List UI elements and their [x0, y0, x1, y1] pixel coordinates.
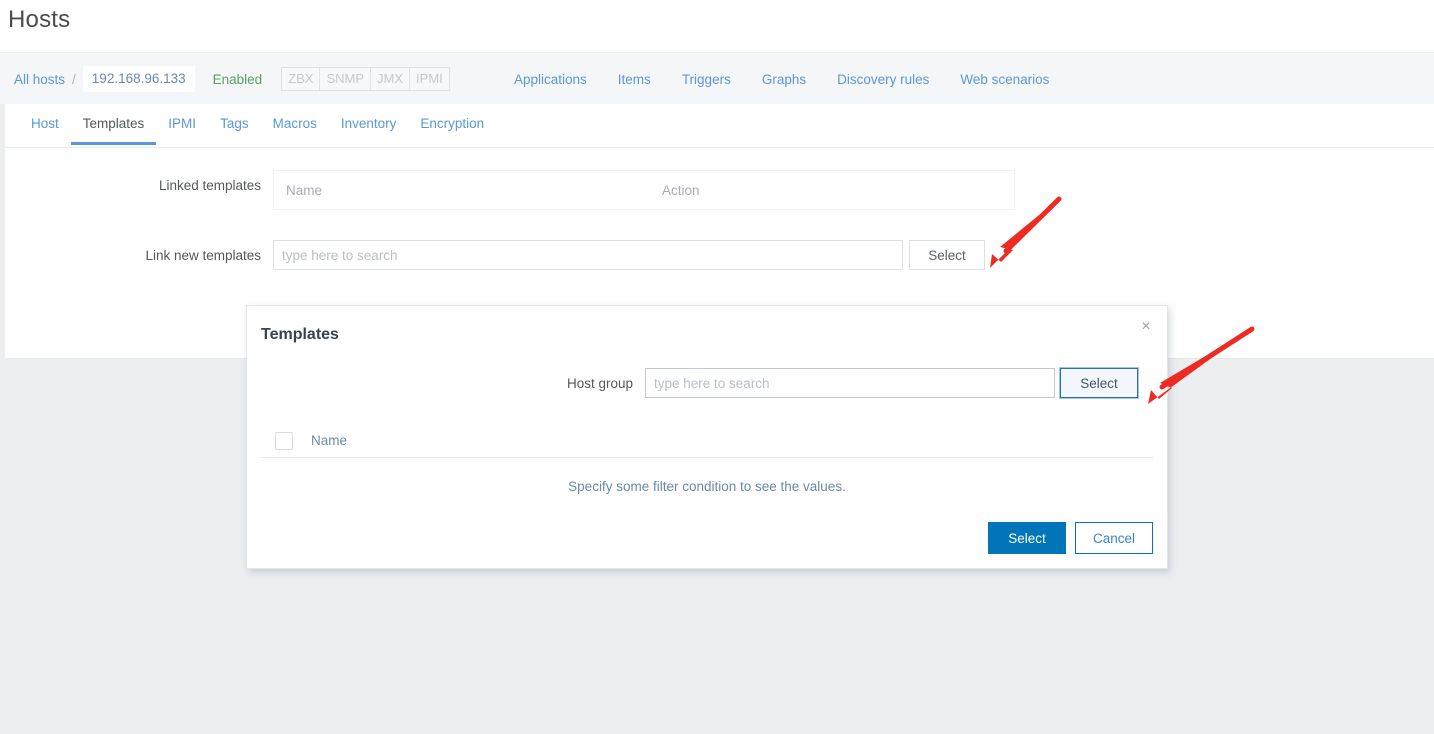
- protocol-badge-jmx[interactable]: JMX: [370, 67, 411, 91]
- page-title-bar: Hosts: [0, 0, 1434, 52]
- linked-templates-label: Linked templates: [158, 178, 261, 193]
- link-new-templates-row: Link new templates Select: [5, 240, 1434, 309]
- nav-item-graphs[interactable]: Graphs: [762, 72, 806, 87]
- dialog-footer: Select Cancel: [988, 522, 1153, 554]
- dialog-select-button[interactable]: Select: [988, 522, 1066, 554]
- nav-item-discovery-rules[interactable]: Discovery rules: [837, 72, 929, 87]
- host-group-select-button[interactable]: Select: [1060, 368, 1138, 398]
- select-all-checkbox[interactable]: [275, 431, 293, 450]
- dialog-cancel-button[interactable]: Cancel: [1075, 522, 1153, 554]
- tab-host[interactable]: Host: [19, 104, 71, 145]
- tab-macros[interactable]: Macros: [261, 104, 329, 145]
- nav-item-items[interactable]: Items: [618, 72, 651, 87]
- protocol-badge-zbx[interactable]: ZBX: [281, 67, 321, 91]
- tab-bar: Host Templates IPMI Tags Macros Inventor…: [5, 104, 1434, 148]
- dialog-filter-row: Host group Select: [247, 362, 1167, 404]
- protocol-badge-ipmi[interactable]: IPMI: [409, 67, 450, 91]
- close-icon[interactable]: ×: [1135, 316, 1157, 338]
- breadcrumb-all-hosts-link[interactable]: All hosts: [14, 72, 65, 87]
- protocol-badge-snmp[interactable]: SNMP: [319, 67, 372, 91]
- link-new-templates-search-input[interactable]: [273, 240, 903, 270]
- dialog-title: Templates: [261, 326, 339, 343]
- linked-templates-column-name: Name: [286, 182, 323, 198]
- tab-encryption[interactable]: Encryption: [408, 104, 496, 145]
- breadcrumb-separator: /: [72, 71, 76, 87]
- dialog-header: Templates ×: [247, 306, 1167, 362]
- results-empty-message: Specify some filter condition to see the…: [568, 479, 846, 494]
- breadcrumb: All hosts / 192.168.96.133 Enabled ZBX S…: [14, 53, 450, 105]
- protocol-badge-group: ZBX SNMP JMX IPMI: [281, 67, 450, 91]
- link-new-templates-label: Link new templates: [145, 248, 261, 263]
- host-status-badge[interactable]: Enabled: [213, 72, 263, 87]
- tab-tags[interactable]: Tags: [208, 104, 261, 145]
- results-column-name: Name: [311, 433, 348, 448]
- tab-inventory[interactable]: Inventory: [329, 104, 409, 145]
- tab-ipmi[interactable]: IPMI: [156, 104, 208, 145]
- page-title: Hosts: [8, 6, 71, 33]
- tab-templates[interactable]: Templates: [70, 104, 157, 145]
- host-group-search-input[interactable]: [645, 368, 1055, 398]
- link-new-templates-controls: Select: [273, 240, 1015, 309]
- linked-templates-table: Name Action: [273, 170, 1015, 210]
- breadcrumb-bar: All hosts / 192.168.96.133 Enabled ZBX S…: [0, 52, 1434, 104]
- link-new-templates-select-button[interactable]: Select: [909, 240, 985, 270]
- linked-templates-column-action: Action: [662, 182, 700, 198]
- host-group-label: Host group: [566, 375, 633, 391]
- templates-form: Linked templates Name Action Link new te…: [5, 148, 1434, 309]
- nav-item-applications[interactable]: Applications: [514, 72, 587, 87]
- breadcrumb-host-chip[interactable]: 192.168.96.133: [82, 66, 195, 92]
- templates-results-table: Name Specify some filter condition to se…: [261, 424, 1153, 494]
- results-table-header: Name: [261, 424, 1153, 458]
- nav-item-web-scenarios[interactable]: Web scenarios: [960, 72, 1049, 87]
- linked-templates-row: Linked templates Name Action: [5, 170, 1434, 210]
- object-nav: Applications Items Triggers Graphs Disco…: [514, 53, 1049, 105]
- templates-selection-dialog: Templates × Host group Select Name Speci…: [246, 305, 1168, 569]
- nav-item-triggers[interactable]: Triggers: [682, 72, 731, 87]
